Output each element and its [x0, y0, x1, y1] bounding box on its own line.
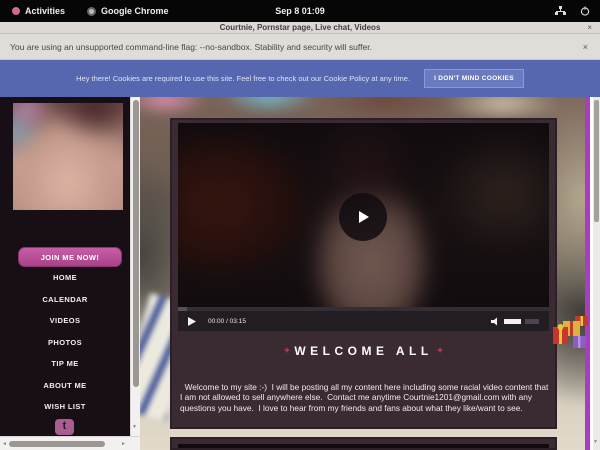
scroll-right-arrow-icon[interactable]: ►: [121, 441, 126, 447]
infobar-close-icon[interactable]: ×: [583, 42, 588, 52]
sidebar-item-photos[interactable]: PHOTOS: [0, 338, 130, 347]
model-photo-blur: [13, 103, 123, 210]
controls-play-icon[interactable]: [188, 317, 196, 326]
welcome-paragraph-1: Welcome to my site :-) I will be posting…: [180, 382, 551, 414]
scroll-down-arrow-icon[interactable]: ▼: [132, 424, 137, 430]
sidebar-vertical-scrollbar-thumb[interactable]: [133, 100, 139, 387]
page-content: JOIN ME NOW! HOME CALENDAR VIDEOS PHOTOS…: [0, 97, 600, 450]
welcome-heading: ✦WELCOME ALL✦: [172, 344, 555, 358]
video-player[interactable]: 00:00 / 03:15: [178, 123, 549, 331]
cookie-banner: Hey there! Cookies are required to use t…: [0, 60, 600, 97]
page-vertical-scrollbar[interactable]: ▼: [593, 97, 600, 450]
power-icon[interactable]: [580, 6, 590, 16]
volume-level-filled[interactable]: [504, 319, 521, 324]
window-close-icon[interactable]: ×: [587, 23, 592, 32]
model-photo: [13, 103, 123, 210]
diamond-icon: ✦: [280, 346, 295, 355]
cookie-accept-button[interactable]: I DON'T MIND COOKIES: [424, 69, 524, 88]
sidebar-horizontal-scrollbar[interactable]: ◄ ►: [0, 436, 140, 450]
window-title-bar: Courtnie, Pornstar page, Live chat, Vide…: [0, 22, 600, 34]
gift-boxes-graphic: [552, 315, 592, 351]
infobar-message: You are using an unsupported command-lin…: [10, 42, 372, 52]
volume-icon[interactable]: [491, 317, 500, 326]
twitter-icon[interactable]: t: [55, 419, 74, 435]
next-content-inner: [178, 444, 549, 448]
page-scroll-down-arrow-icon[interactable]: ▼: [593, 439, 598, 445]
sidebar-horizontal-scrollbar-thumb[interactable]: [9, 441, 105, 447]
welcome-panel: 00:00 / 03:15 ✦WELCOME ALL✦ Welcome to m…: [170, 118, 557, 429]
sidebar-item-about-me[interactable]: ABOUT ME: [0, 381, 130, 390]
welcome-heading-text: WELCOME ALL: [294, 344, 432, 358]
volume-level-rest[interactable]: [525, 319, 539, 324]
sidebar-item-tip-me[interactable]: TIP ME: [0, 359, 130, 368]
page-vertical-scrollbar-thumb[interactable]: [594, 100, 599, 222]
video-controls-bar: 00:00 / 03:15: [178, 307, 549, 331]
window-title: Courtnie, Pornstar page, Live chat, Vide…: [220, 23, 381, 32]
scroll-left-arrow-icon[interactable]: ◄: [2, 441, 7, 447]
next-content-panel: [170, 437, 557, 450]
video-play-button[interactable]: [339, 193, 387, 241]
sidebar: JOIN ME NOW! HOME CALENDAR VIDEOS PHOTOS…: [0, 97, 130, 450]
join-me-now-button[interactable]: JOIN ME NOW!: [18, 247, 122, 267]
sidebar-item-videos[interactable]: VIDEOS: [0, 316, 130, 325]
sidebar-item-home[interactable]: HOME: [0, 273, 130, 282]
cookie-message: Hey there! Cookies are required to use t…: [76, 74, 410, 83]
chrome-infobar: You are using an unsupported command-lin…: [0, 34, 600, 60]
sidebar-nav: HOME CALENDAR VIDEOS PHOTOS TIP ME ABOUT…: [0, 273, 130, 411]
screen: Sep 8 01:09 Activities Google Chrome Cou…: [0, 0, 600, 450]
system-clock[interactable]: Sep 8 01:09: [0, 6, 600, 16]
sidebar-vertical-scrollbar[interactable]: ▼: [130, 97, 140, 436]
diamond-icon: ✦: [433, 346, 448, 355]
play-icon: [355, 209, 371, 225]
video-time-display: 00:00 / 03:15: [208, 318, 246, 325]
sidebar-item-calendar[interactable]: CALENDAR: [0, 295, 130, 304]
network-icon[interactable]: [555, 6, 566, 16]
system-top-bar: Sep 8 01:09 Activities Google Chrome: [0, 0, 600, 22]
sidebar-item-wish-list[interactable]: WISH LIST: [0, 402, 130, 411]
